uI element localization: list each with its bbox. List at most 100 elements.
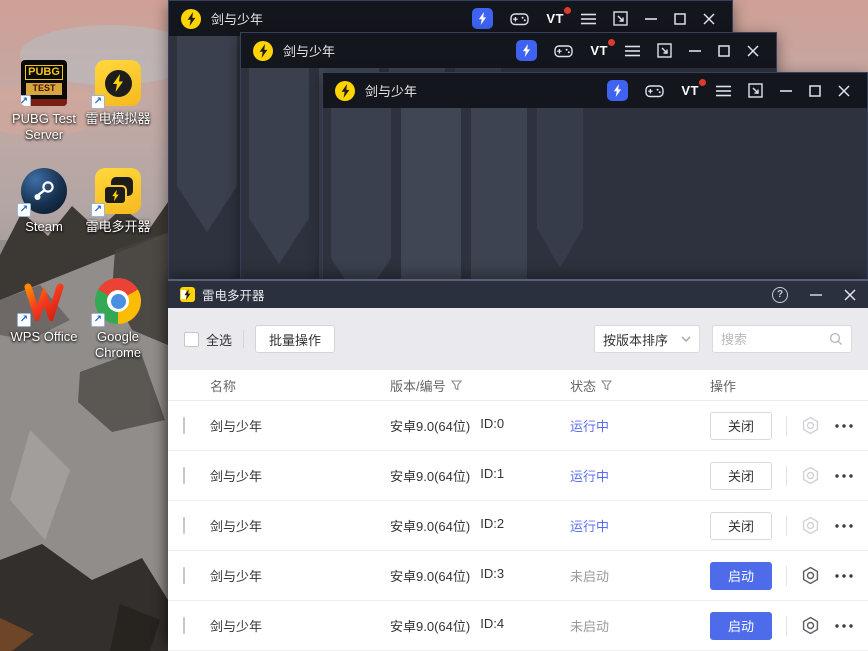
boost-icon[interactable] — [472, 8, 494, 29]
more-options-icon[interactable] — [834, 523, 854, 528]
help-icon[interactable]: ? — [772, 286, 788, 303]
chrome-center — [110, 293, 126, 309]
menu-icon[interactable] — [716, 85, 731, 97]
desktop-icon-ldplayer[interactable]: ↗ 雷电模拟器 — [80, 60, 156, 127]
instance-id: ID:3 — [480, 566, 505, 581]
close-button[interactable] — [747, 44, 759, 57]
vt-virtualization-indicator[interactable]: VT — [590, 39, 615, 58]
actions-divider — [786, 415, 787, 436]
wps-icon: ↗ — [17, 278, 67, 327]
minimize-button[interactable] — [810, 293, 822, 296]
mini-mode-icon[interactable] — [657, 43, 672, 58]
instance-name: 剑与少年 — [210, 619, 263, 634]
actions-divider — [786, 565, 787, 586]
instance-row: 剑与少年 安卓9.0(64位) ID:4 未启动 启动 — [168, 601, 868, 651]
minimize-button[interactable] — [780, 89, 792, 92]
maximize-button[interactable] — [718, 44, 730, 57]
emulator-titlebar[interactable]: 剑与少年 VT — [169, 1, 732, 36]
boost-icon[interactable] — [607, 80, 629, 101]
maximize-button[interactable] — [809, 84, 821, 97]
gamepad-icon[interactable] — [554, 44, 574, 58]
close-instance-button[interactable]: 关闭 — [710, 461, 772, 490]
close-button[interactable] — [703, 12, 715, 25]
start-instance-button[interactable]: 启动 — [710, 611, 772, 640]
instance-row: 剑与少年 安卓9.0(64位) ID:1 运行中 关闭 — [168, 451, 868, 501]
pubg-test-text: TEST — [26, 83, 62, 95]
row-checkbox[interactable] — [183, 517, 185, 534]
actions-divider — [786, 465, 787, 486]
vt-label: VT — [546, 11, 564, 26]
more-options-icon[interactable] — [834, 423, 854, 428]
desktop-icon-steam[interactable]: ↗ Steam — [6, 168, 82, 235]
shortcut-arrow-icon: ↗ — [91, 95, 105, 109]
ldplayer-logo-icon — [335, 80, 355, 101]
column-header-status[interactable]: 状态 — [570, 376, 710, 395]
boost-icon[interactable] — [516, 40, 538, 61]
settings-gear-icon[interactable] — [801, 566, 820, 585]
search-icon — [829, 332, 843, 346]
emulator-window-title: 剑与少年 — [283, 44, 336, 59]
close-button[interactable] — [838, 84, 850, 97]
filter-icon[interactable] — [601, 379, 613, 391]
sort-dropdown-value: 按版本排序 — [603, 332, 669, 348]
emulator-titlebar[interactable]: 剑与少年 VT — [323, 73, 867, 108]
row-checkbox[interactable] — [183, 467, 185, 484]
vt-virtualization-indicator[interactable]: VT — [546, 7, 571, 26]
batch-operations-button[interactable]: 批量操作 — [255, 325, 336, 353]
manager-toolbar: 全选 批量操作 按版本排序 — [168, 308, 868, 370]
minimize-button[interactable] — [689, 49, 701, 52]
mini-mode-icon[interactable] — [748, 83, 763, 98]
more-options-icon[interactable] — [834, 473, 854, 478]
minimize-button[interactable] — [645, 17, 657, 20]
select-all-checkbox[interactable] — [184, 331, 199, 347]
row-checkbox[interactable] — [183, 417, 185, 434]
shortcut-arrow-icon: ↗ — [91, 313, 105, 327]
vt-virtualization-indicator[interactable]: VT — [681, 79, 706, 98]
status-badge: 运行中 — [570, 469, 610, 484]
multi-opener-window: 雷电多开器 ? 全选 批量操作 按版本排序 搜索 名称 版本/编号 状态 操作 … — [168, 279, 868, 651]
search-input[interactable] — [721, 331, 825, 347]
column-header-actions: 操作 — [710, 378, 737, 394]
maximize-button[interactable] — [674, 12, 686, 25]
mini-mode-icon[interactable] — [613, 11, 628, 26]
instance-id: ID:1 — [480, 466, 505, 481]
more-options-icon[interactable] — [834, 623, 854, 628]
instance-version: 安卓9.0(64位) ID:1 — [390, 466, 505, 484]
gamepad-icon[interactable] — [645, 84, 665, 98]
close-instance-button[interactable]: 关闭 — [710, 511, 772, 540]
row-actions: 关闭 — [710, 411, 868, 440]
gamepad-icon[interactable] — [510, 12, 530, 26]
settings-gear-icon[interactable] — [801, 416, 820, 435]
shortcut-arrow-icon: ↗ — [91, 203, 105, 217]
status-badge: 运行中 — [570, 419, 610, 434]
instance-version: 安卓9.0(64位) ID:2 — [390, 516, 505, 534]
status-badge: 未启动 — [570, 619, 610, 634]
filter-icon[interactable] — [450, 379, 462, 391]
desktop-icon-wps-office[interactable]: ↗ WPS Office — [6, 278, 82, 345]
menu-icon[interactable] — [625, 45, 640, 57]
column-header-version[interactable]: 版本/编号 — [390, 376, 570, 395]
desktop-icon-ld-multi-opener[interactable]: ↗ 雷电多开器 — [80, 168, 156, 235]
more-options-icon[interactable] — [834, 573, 854, 578]
instance-name: 剑与少年 — [210, 569, 263, 584]
column-header-name[interactable]: 名称 — [210, 376, 390, 395]
sort-dropdown[interactable]: 按版本排序 — [594, 325, 700, 353]
desktop-icon-google-chrome[interactable]: ↗ Google Chrome — [80, 278, 156, 362]
instance-row: 剑与少年 安卓9.0(64位) ID:0 运行中 关闭 — [168, 401, 868, 451]
menu-icon[interactable] — [581, 13, 596, 25]
shortcut-arrow-icon: ↗ — [17, 203, 31, 217]
emulator-titlebar[interactable]: 剑与少年 VT — [241, 33, 776, 68]
desktop-icon-pubg-test-server[interactable]: PUBG TEST ↗ PUBG Test Server — [6, 60, 82, 144]
settings-gear-icon[interactable] — [801, 616, 820, 635]
settings-gear-icon[interactable] — [801, 516, 820, 535]
manager-titlebar[interactable]: 雷电多开器 ? — [168, 281, 868, 308]
settings-gear-icon[interactable] — [801, 466, 820, 485]
close-instance-button[interactable]: 关闭 — [710, 411, 772, 440]
table-header: 名称 版本/编号 状态 操作 — [168, 370, 868, 401]
row-checkbox[interactable] — [183, 617, 185, 634]
row-checkbox[interactable] — [183, 567, 185, 584]
start-instance-button[interactable]: 启动 — [710, 561, 772, 590]
notification-dot — [564, 7, 571, 14]
instance-version: 安卓9.0(64位) ID:0 — [390, 416, 505, 434]
close-button[interactable] — [844, 288, 856, 301]
